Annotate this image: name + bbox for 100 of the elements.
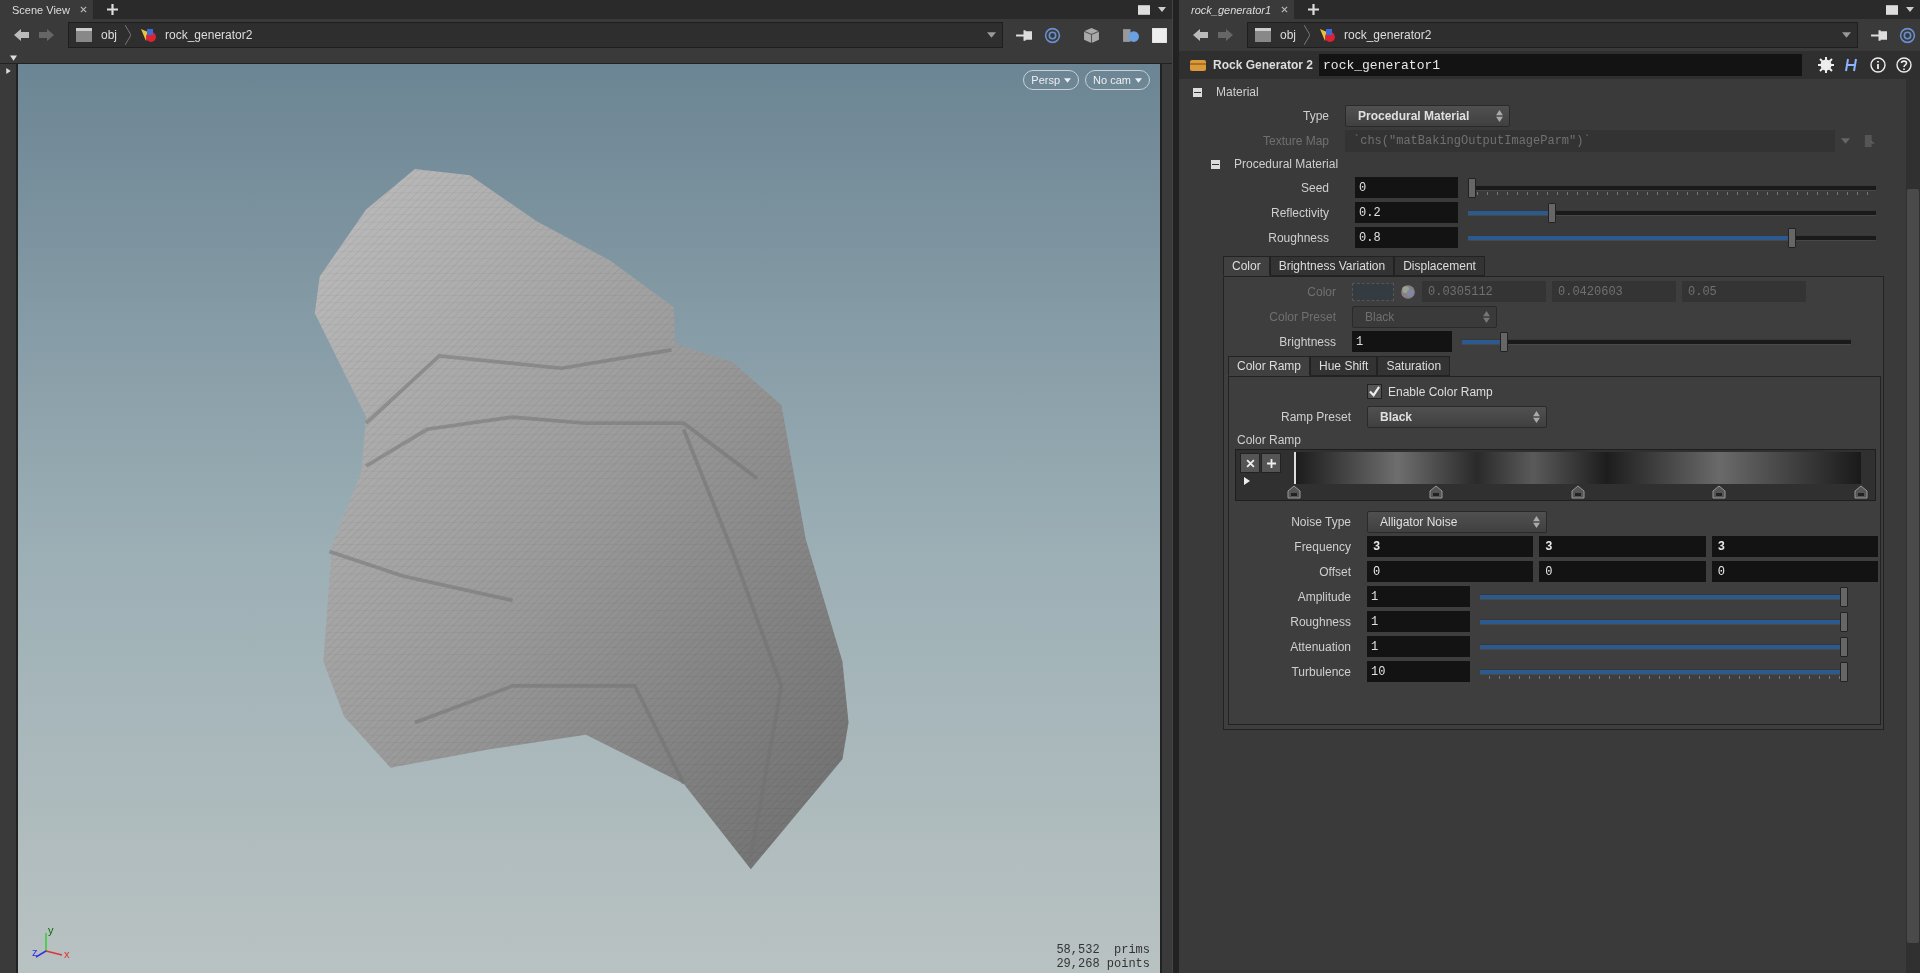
value-field[interactable]: 0.2	[1355, 202, 1458, 223]
scrollbar[interactable]	[1906, 79, 1920, 973]
vector-component-field[interactable]: 0	[1711, 561, 1878, 582]
gradient-bar[interactable]	[1294, 452, 1861, 484]
ramp-key-handle[interactable]	[1428, 485, 1443, 499]
folder-tab[interactable]: Color	[1223, 256, 1270, 276]
up-down-arrows-icon	[1533, 515, 1540, 528]
close-icon[interactable]	[79, 6, 87, 13]
close-icon[interactable]	[1281, 6, 1289, 13]
vector-component-field[interactable]: 3	[1367, 536, 1534, 557]
parm-label: Offset	[1318, 564, 1352, 579]
ramp-preset-menu[interactable]: Black	[1367, 405, 1547, 428]
checkbox[interactable]	[1367, 384, 1382, 399]
chevron-icon	[1304, 24, 1310, 46]
back-arrow-icon[interactable]	[1193, 28, 1209, 42]
pane-menu-icon[interactable]	[1158, 7, 1166, 12]
slider-handle[interactable]	[1500, 331, 1509, 352]
geometry-stat: 58,532 prims	[1056, 943, 1150, 957]
folder-label: Material	[1216, 85, 1259, 99]
target-icon[interactable]	[1899, 26, 1916, 44]
value-field[interactable]: 1	[1367, 636, 1470, 657]
slider-handle[interactable]	[1840, 636, 1848, 657]
cross-icon	[1245, 458, 1255, 468]
colored-shapes-icon	[139, 27, 157, 43]
network-path-field[interactable]: obj rock_generator2	[1247, 22, 1858, 48]
toolbar-toggle-icon[interactable]	[10, 55, 17, 61]
add-tab-icon[interactable]	[1308, 4, 1320, 15]
noise-type-menu[interactable]: Alligator Noise	[1367, 510, 1547, 533]
pane-menu-icon[interactable]	[1906, 7, 1914, 12]
slider-handle[interactable]	[1468, 177, 1476, 198]
dropdown-caret-icon[interactable]	[1842, 32, 1851, 38]
slider-handle[interactable]	[1788, 227, 1796, 248]
axis-gizmo: x y z	[32, 927, 71, 962]
ramp-key-handle[interactable]	[1712, 485, 1727, 499]
display-square-icon[interactable]	[1151, 26, 1168, 44]
clapperboard-icon	[1254, 27, 1272, 43]
parm-label: Reflectivity	[1270, 205, 1330, 220]
dropdown-caret-icon[interactable]	[987, 32, 996, 38]
color-wheel-icon[interactable]	[1400, 283, 1416, 300]
back-arrow-icon[interactable]	[14, 28, 30, 42]
settings-icon[interactable]	[1818, 57, 1834, 73]
folder-tab[interactable]: Saturation	[1377, 356, 1451, 376]
help-icon[interactable]	[1896, 57, 1912, 73]
vector-component-field[interactable]: 3	[1711, 536, 1878, 557]
pane-layout-icon[interactable]	[1886, 4, 1898, 15]
clapperboard-icon	[75, 27, 93, 43]
expand-arrow-icon[interactable]	[1244, 477, 1250, 485]
shading-icon[interactable]	[1122, 26, 1139, 44]
value-field[interactable]: 0	[1355, 177, 1458, 198]
folder-tab[interactable]: Displacement	[1394, 256, 1485, 276]
expand-toolbar-icon[interactable]	[4, 68, 12, 74]
value-field[interactable]: 1	[1367, 586, 1470, 607]
pane-layout-icon[interactable]	[1138, 4, 1150, 15]
slider-handle[interactable]	[1840, 586, 1848, 607]
ramp-key-handle[interactable]	[1570, 485, 1585, 499]
cube-icon[interactable]	[1083, 26, 1100, 44]
slider-handle[interactable]	[1840, 611, 1848, 632]
node-name-field[interactable]: rock_generator1	[1319, 54, 1802, 76]
up-down-arrows-icon	[1533, 410, 1540, 423]
vector-component-field[interactable]: 0	[1367, 561, 1534, 582]
ramp-label: Color Ramp	[1236, 432, 1303, 449]
chevron-icon	[125, 24, 131, 46]
add-key-button[interactable]	[1261, 453, 1281, 473]
value-field[interactable]: 0.8	[1355, 227, 1458, 248]
target-icon[interactable]	[1044, 26, 1061, 44]
value-field[interactable]: 10	[1367, 661, 1470, 682]
network-path-field[interactable]: obj rock_generator2	[68, 22, 1003, 48]
parm-label: Frequency	[1293, 539, 1352, 554]
parm-label: Ramp Preset	[1279, 409, 1352, 424]
ramp-key-handle[interactable]	[1287, 485, 1301, 499]
type-menu[interactable]: Procedural Material	[1345, 104, 1510, 127]
add-tab-icon[interactable]	[106, 4, 118, 15]
value-field[interactable]: 1	[1367, 611, 1470, 632]
parm-label: Amplitude	[1296, 589, 1352, 604]
folder-tab[interactable]: Color Ramp	[1228, 356, 1311, 376]
parm-label: Seed	[1299, 180, 1330, 195]
slider-handle[interactable]	[1840, 661, 1848, 682]
pane-tab[interactable]: rock_generator1	[1179, 0, 1295, 19]
parm-label: Brightness	[1278, 334, 1337, 349]
collapse-toggle[interactable]	[1193, 87, 1202, 97]
value-field[interactable]: 1	[1352, 331, 1452, 352]
vector-component-field[interactable]: 3	[1539, 536, 1706, 557]
up-down-arrows-icon	[1483, 310, 1490, 323]
slider-handle[interactable]	[1548, 202, 1556, 223]
up-down-arrows-icon	[1496, 109, 1503, 122]
caret-icon	[1135, 77, 1142, 83]
info-icon[interactable]	[1870, 57, 1886, 73]
pane-tab[interactable]: Scene View	[0, 0, 93, 19]
remove-key-button[interactable]	[1240, 453, 1260, 473]
caret-icon	[1064, 77, 1072, 83]
parm-label: Attenuation	[1289, 639, 1352, 654]
folder-tab[interactable]: Brightness Variation	[1269, 256, 1395, 276]
chest-icon[interactable]	[1189, 57, 1207, 73]
folder-tab[interactable]: Hue Shift	[1310, 356, 1378, 376]
parm-label: Roughness	[1289, 614, 1352, 629]
ramp-key-handle[interactable]	[1854, 485, 1868, 499]
collapse-toggle[interactable]	[1211, 159, 1220, 169]
geometry-stat: 29,268 points	[1056, 957, 1150, 971]
plus-icon	[1266, 458, 1276, 468]
vector-component-field[interactable]: 0	[1539, 561, 1706, 582]
